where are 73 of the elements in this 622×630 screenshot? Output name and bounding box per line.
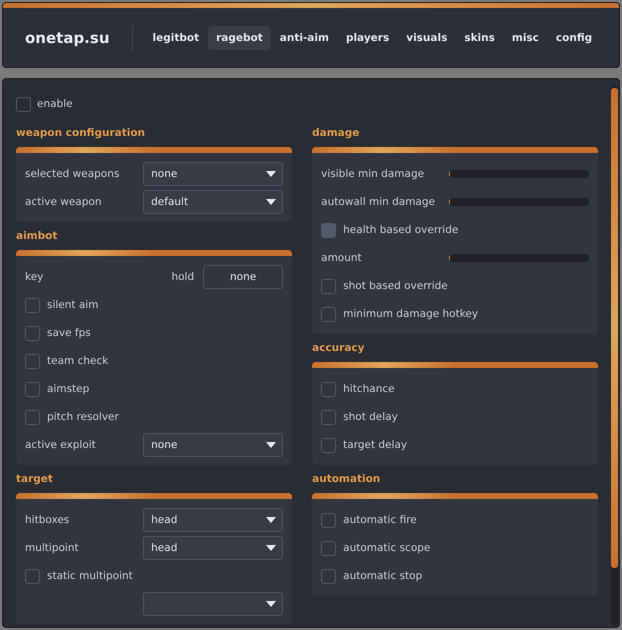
keybind-button[interactable]: none [203,265,284,289]
caret-icon [266,545,276,551]
slider-track[interactable] [449,198,589,206]
checkbox-label: automatic scope [343,542,430,554]
checkbox[interactable] [25,326,40,340]
setting-label: amount [321,252,362,264]
nav-tab[interactable]: config [548,26,600,50]
checkbox[interactable] [25,410,40,424]
caret-icon [266,517,276,523]
checkbox[interactable] [321,568,336,584]
caret-icon [266,442,276,448]
section-title: weapon configuration [16,127,146,141]
setting-label: hitboxes [25,514,70,526]
checkbox-label: shot based override [343,280,448,292]
setting-label: key [25,271,44,283]
setting-label: visible min damage [321,168,424,180]
checkbox-label: enable [37,98,73,110]
dropdown[interactable]: head [143,508,284,532]
checkbox[interactable] [321,278,336,294]
nav-tab[interactable]: ragebot [208,26,271,50]
dropdown[interactable]: none [143,162,284,186]
setting-label: multipoint [25,542,79,554]
checkbox-label: health based override [343,224,458,236]
setting-label: active weapon [25,196,102,208]
nav-tab[interactable]: misc [504,26,547,50]
checkbox-label: aimstep [47,383,90,395]
checkbox[interactable] [321,222,336,238]
dropdown[interactable]: none [143,433,284,457]
section-title: aimbot [16,230,58,244]
section-title: target [16,473,54,487]
nav-tab[interactable]: visuals [398,26,456,50]
slider-track[interactable] [449,254,589,262]
nav-tab[interactable]: anti-aim [272,26,337,50]
checkbox-label: silent aim [47,299,98,311]
checkbox-label: automatic fire [343,514,417,526]
slider-track[interactable] [449,170,589,178]
checkbox[interactable] [25,382,40,396]
checkbox-label: pitch resolver [47,411,119,423]
key-mode-label: hold [171,271,194,283]
checkbox[interactable] [321,306,336,322]
checkbox-label: team check [47,355,108,367]
checkbox[interactable] [321,512,336,528]
checkbox-label: static multipoint [47,570,133,582]
checkbox-label: hitchance [343,383,395,395]
checkbox[interactable] [321,438,336,452]
checkbox[interactable] [16,96,31,112]
section-title: accuracy [312,342,366,356]
checkbox[interactable] [25,298,40,312]
dropdown[interactable] [143,592,284,616]
nav-tab[interactable]: players [338,26,398,50]
checkbox-label: automatic stop [343,570,422,582]
section-title: damage [312,127,360,141]
checkbox[interactable] [25,568,40,584]
section-title: automation [312,473,382,487]
checkbox-label: save fps [47,327,91,339]
setting-label: autowall min damage [321,196,435,208]
caret-icon [266,601,276,607]
setting-label: active exploit [25,439,96,451]
nav-tab[interactable]: legitbot [144,26,208,50]
checkbox[interactable] [321,540,336,556]
checkbox[interactable] [321,382,336,396]
nav-tab[interactable]: skins [456,26,503,50]
dropdown[interactable]: head [143,536,284,560]
checkbox-label: minimum damage hotkey [343,308,478,320]
setting-label: selected weapons [25,168,120,180]
checkbox-label: shot delay [343,411,398,423]
dropdown[interactable]: default [143,190,284,214]
brand-logo: onetap.su [25,28,110,46]
checkbox-label: target delay [343,439,408,451]
checkbox[interactable] [25,354,40,368]
caret-icon [266,199,276,205]
caret-icon [266,171,276,177]
checkbox[interactable] [321,410,336,424]
